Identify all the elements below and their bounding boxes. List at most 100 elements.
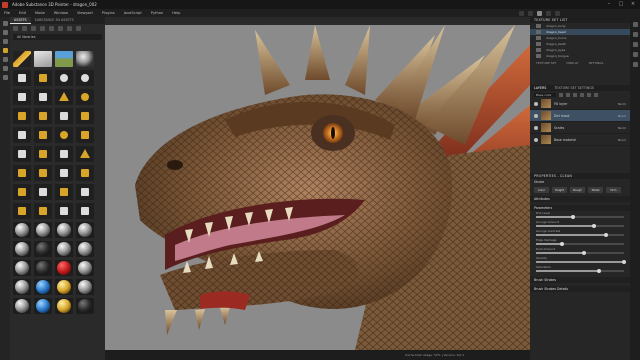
grid-icon[interactable] [528,10,534,16]
slider-handle[interactable] [597,268,602,273]
material-sphere-thumbnail[interactable] [13,260,31,276]
menu-file[interactable]: File [4,11,10,15]
material-sphere-thumbnail[interactable] [55,241,73,257]
maximize-icon[interactable]: □ [618,2,624,7]
menu-python[interactable]: Python [151,11,163,15]
asset-thumbnail[interactable] [55,184,73,200]
channel-chip[interactable]: Color [534,187,549,193]
material-icon[interactable] [40,26,45,31]
material-sphere-thumbnail[interactable] [34,241,52,257]
menu-mode[interactable]: Mode [35,11,45,15]
render-icon[interactable] [546,10,552,16]
asset-thumbnail[interactable] [13,184,31,200]
slider-track[interactable] [536,232,624,237]
eraser-icon[interactable] [2,30,8,35]
channel-chip[interactable]: Metal [588,187,603,193]
blend-mode[interactable]: Norm [618,138,626,142]
asset-thumbnail[interactable] [13,127,31,143]
blend-mode[interactable]: Norm [618,102,626,106]
asset-thumbnail[interactable] [76,203,94,219]
menu-viewport[interactable]: Viewport [77,11,93,15]
asset-thumbnail[interactable] [13,165,31,181]
asset-thumbnail[interactable] [55,203,73,219]
material-sphere-thumbnail[interactable] [76,241,94,257]
smudge-icon[interactable] [2,57,8,62]
slider-track[interactable] [536,259,626,264]
3d-viewport[interactable] [105,25,530,350]
material-sphere-thumbnail[interactable] [34,222,52,238]
menu-help[interactable]: Help [172,11,180,15]
slider-track[interactable] [536,241,624,246]
material-sphere-thumbnail[interactable] [55,279,73,295]
material-sphere-thumbnail[interactable] [13,222,31,238]
asset-thumbnail[interactable] [55,108,73,124]
filter-icon[interactable] [31,26,36,31]
library-search-input[interactable]: All libraries [13,34,102,40]
parameter-slider[interactable]: Dirt Level [530,211,630,220]
menu-window[interactable]: Window [54,11,68,15]
asset-thumbnail[interactable] [13,89,31,105]
projection-icon[interactable] [2,39,8,44]
asset-thumbnail[interactable] [76,89,94,105]
asset-thumbnail[interactable] [34,184,52,200]
color-picker-icon[interactable] [2,75,8,80]
material-sphere-thumbnail[interactable] [76,279,94,295]
parameter-slider[interactable]: Opacity [530,256,630,265]
asset-thumbnail[interactable] [76,165,94,181]
tab-assets[interactable]: ASSETS [10,17,31,24]
asset-thumbnail[interactable] [13,70,31,86]
properties-dock-icon[interactable] [632,32,638,37]
add-layer-icon[interactable] [559,92,563,97]
asset-thumbnail[interactable] [13,146,31,162]
material-sphere-thumbnail[interactable] [76,222,94,238]
visibility-icon[interactable] [534,125,538,130]
parameter-slider[interactable]: Grunge Amount [530,220,630,229]
layer-row[interactable]: Dirt mask Norm [530,110,630,122]
asset-thumbnail[interactable] [34,203,52,219]
add-effect-icon[interactable] [580,92,584,97]
asset-thumbnail[interactable] [34,165,52,181]
paint-mode-icon[interactable] [537,10,543,16]
home-icon[interactable] [13,26,18,31]
clone-icon[interactable] [2,66,8,71]
asset-thumbnail[interactable] [55,70,73,86]
grid-view-icon[interactable] [76,26,81,31]
channel-chip[interactable]: Nrm [606,187,621,193]
material-sphere-thumbnail[interactable] [55,298,73,314]
add-mask-icon[interactable] [573,92,577,97]
asset-thumbnail[interactable] [55,165,73,181]
asset-thumbnail[interactable] [55,89,73,105]
section-attributes[interactable]: Attributes [530,196,630,202]
blend-mode[interactable]: Norm [618,114,626,118]
visibility-icon[interactable] [534,137,538,142]
parameter-slider[interactable]: Edge Damage [530,238,630,247]
layer-row[interactable]: Fill layer Norm [530,98,630,110]
asset-thumbnail[interactable] [76,146,94,162]
asset-thumbnail[interactable] [34,70,52,86]
channel-chip[interactable]: Rough [570,187,585,193]
tab-texture-set-settings[interactable]: TEXTURE SET SETTINGS [550,85,598,91]
slider-track[interactable] [536,223,624,228]
asset-thumbnail[interactable] [55,127,73,143]
layers-dock-icon[interactable] [632,22,638,27]
material-sphere-thumbnail[interactable] [55,222,73,238]
section-brush-details[interactable]: Brush Strokes Details [530,286,630,292]
blend-mode[interactable]: Norm [618,126,626,130]
asset-thumbnail[interactable] [76,108,94,124]
material-sphere-thumbnail[interactable] [13,241,31,257]
asset-thumbnail[interactable] [34,51,52,67]
channel-dropdown[interactable]: Base color [534,92,556,97]
layer-row[interactable]: Scales Norm [530,122,630,134]
menu-javascript[interactable]: JavaScript [124,11,142,15]
polygon-fill-icon[interactable] [2,48,8,53]
slider-track[interactable] [536,268,624,273]
asset-thumbnail[interactable] [34,127,52,143]
slider-handle[interactable] [570,214,575,219]
parameter-slider[interactable]: Grunge Contrast [530,229,630,238]
asset-thumbnail[interactable] [76,127,94,143]
slider-handle[interactable] [622,259,626,264]
parameter-slider[interactable]: Saturation [530,265,630,274]
paint-brush-icon[interactable] [2,21,8,26]
asset-thumbnail[interactable] [55,51,73,67]
slider-track[interactable] [536,214,624,219]
